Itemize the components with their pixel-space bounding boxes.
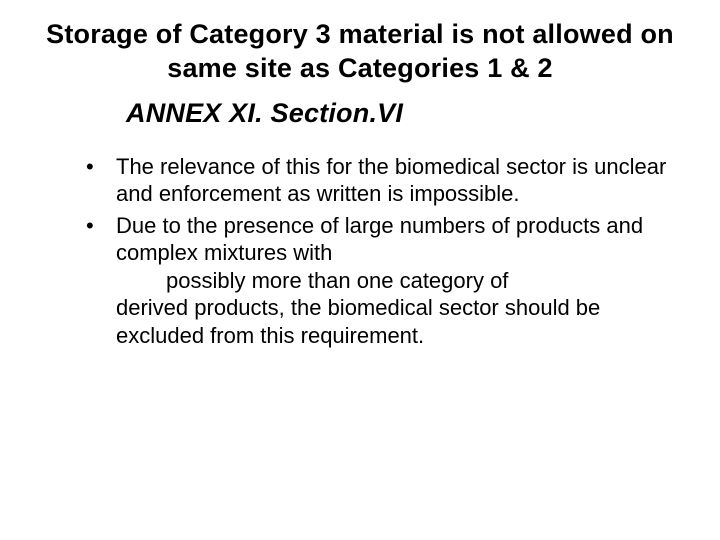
bullet-list: The relevance of this for the biomedical… [86,153,684,350]
slide: Storage of Category 3 material is not al… [0,0,720,540]
slide-subtitle: ANNEX XI. Section.VI [126,98,684,129]
bullet-text: Due to the presence of large numbers of … [116,213,643,266]
list-item: The relevance of this for the biomedical… [86,153,684,208]
bullet-text-indented: possibly more than one category of [116,267,684,295]
slide-title: Storage of Category 3 material is not al… [38,18,682,86]
bullet-text: The relevance of this for the biomedical… [116,154,666,207]
bullet-text: derived products, the biomedical sector … [116,295,600,348]
list-item: Due to the presence of large numbers of … [86,212,684,350]
